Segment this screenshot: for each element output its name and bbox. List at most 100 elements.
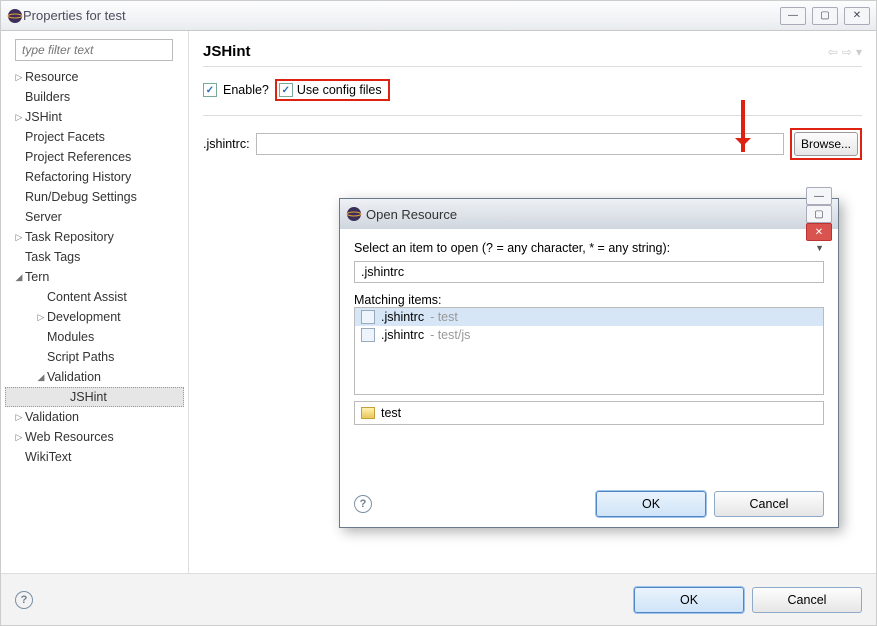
sidebar-item-label: WikiText <box>25 450 72 464</box>
sidebar-item-run-debug-settings[interactable]: Run/Debug Settings <box>5 187 184 207</box>
dialog-cancel-button[interactable]: Cancel <box>714 491 824 517</box>
ok-button[interactable]: OK <box>634 587 744 613</box>
dialog-close-button[interactable]: ✕ <box>806 223 832 241</box>
help-icon[interactable]: ? <box>354 495 372 513</box>
use-config-checkbox[interactable]: ✓ <box>279 83 293 97</box>
sidebar-item-validation[interactable]: ◢Validation <box>5 367 184 387</box>
sidebar-item-refactoring-history[interactable]: Refactoring History <box>5 167 184 187</box>
item-path: - test/js <box>430 328 470 342</box>
sidebar-item-label: Resource <box>25 70 79 84</box>
dialog-maximize-button[interactable]: ▢ <box>806 205 832 223</box>
sidebar-item-label: Validation <box>47 370 101 384</box>
forward-icon[interactable]: ⇨ <box>842 45 852 59</box>
sidebar-item-script-paths[interactable]: Script Paths <box>5 347 184 367</box>
sidebar-item-validation[interactable]: ▷Validation <box>5 407 184 427</box>
list-item[interactable]: .jshintrc - test <box>355 308 823 326</box>
sidebar-item-label: JSHint <box>70 390 107 404</box>
highlight-use-config: ✓ Use config files <box>275 79 390 101</box>
sidebar-item-label: Web Resources <box>25 430 114 444</box>
sidebar-item-label: Project Facets <box>25 130 105 144</box>
filter-input[interactable] <box>15 39 173 61</box>
file-icon <box>361 328 375 342</box>
sidebar-item-label: Project References <box>25 150 131 164</box>
eclipse-icon <box>346 206 362 222</box>
cancel-button[interactable]: Cancel <box>752 587 862 613</box>
item-name: .jshintrc <box>381 310 424 324</box>
annotation-arrow <box>741 100 745 152</box>
file-icon <box>361 310 375 324</box>
sidebar-item-content-assist[interactable]: Content Assist <box>5 287 184 307</box>
dialog-path: test <box>381 406 401 420</box>
sidebar-item-modules[interactable]: Modules <box>5 327 184 347</box>
dialog-prompt: Select an item to open (? = any characte… <box>354 241 815 255</box>
dialog-titlebar: Open Resource — ▢ ✕ <box>340 199 838 229</box>
bottom-bar: ? OK Cancel <box>1 573 876 625</box>
enable-checkbox[interactable]: ✓ <box>203 83 217 97</box>
sidebar-item-label: Tern <box>25 270 49 284</box>
jshintrc-input[interactable] <box>256 133 784 155</box>
page-title: JSHint <box>203 43 828 60</box>
menu-down-icon[interactable]: ▾ <box>856 45 862 59</box>
enable-label: Enable? <box>223 83 269 97</box>
expand-icon[interactable]: ▷ <box>13 112 25 123</box>
sidebar-item-jshint[interactable]: ▷JSHint <box>5 107 184 127</box>
expand-icon[interactable]: ▷ <box>13 232 25 243</box>
minimize-button[interactable]: — <box>780 7 806 25</box>
sidebar-item-jshint[interactable]: JSHint <box>5 387 184 407</box>
sidebar-item-label: Modules <box>47 330 94 344</box>
sidebar-item-task-repository[interactable]: ▷Task Repository <box>5 227 184 247</box>
expand-icon[interactable]: ◢ <box>35 372 47 383</box>
close-button[interactable]: ✕ <box>844 7 870 25</box>
highlight-browse: Browse... <box>790 128 862 160</box>
expand-icon[interactable]: ▷ <box>35 312 47 323</box>
use-config-label: Use config files <box>297 83 382 97</box>
sidebar-item-builders[interactable]: Builders <box>5 87 184 107</box>
sidebar-item-label: Server <box>25 210 62 224</box>
matching-label: Matching items: <box>354 293 824 307</box>
sidebar-item-label: Builders <box>25 90 70 104</box>
sidebar-item-task-tags[interactable]: Task Tags <box>5 247 184 267</box>
item-name: .jshintrc <box>381 328 424 342</box>
sidebar-item-label: Script Paths <box>47 350 114 364</box>
nav-arrows: ⇦ ⇨ ▾ <box>828 45 862 59</box>
sidebar-item-wikitext[interactable]: WikiText <box>5 447 184 467</box>
sidebar-item-project-facets[interactable]: Project Facets <box>5 127 184 147</box>
sidebar-item-web-resources[interactable]: ▷Web Resources <box>5 427 184 447</box>
dialog-search-input[interactable] <box>354 261 824 283</box>
window-titlebar: Properties for test — ▢ ✕ <box>1 1 876 31</box>
sidebar-item-label: Validation <box>25 410 79 424</box>
dialog-path-box: test <box>354 401 824 425</box>
expand-icon[interactable]: ◢ <box>13 272 25 283</box>
sidebar-item-label: Task Tags <box>25 250 80 264</box>
window-title: Properties for test <box>23 8 780 23</box>
dialog-title: Open Resource <box>366 207 806 222</box>
property-tree: ▷ResourceBuilders▷JSHintProject FacetsPr… <box>5 67 184 467</box>
item-path: - test <box>430 310 458 324</box>
sidebar-item-label: Content Assist <box>47 290 127 304</box>
sidebar-item-label: Refactoring History <box>25 170 131 184</box>
sidebar-item-label: Run/Debug Settings <box>25 190 137 204</box>
dialog-menu-icon[interactable]: ▼ <box>815 243 824 253</box>
browse-button[interactable]: Browse... <box>794 132 858 156</box>
sidebar-item-resource[interactable]: ▷Resource <box>5 67 184 87</box>
sidebar-item-development[interactable]: ▷Development <box>5 307 184 327</box>
maximize-button[interactable]: ▢ <box>812 7 838 25</box>
dialog-minimize-button[interactable]: — <box>806 187 832 205</box>
list-item[interactable]: .jshintrc - test/js <box>355 326 823 344</box>
sidebar-item-label: Task Repository <box>25 230 114 244</box>
sidebar: ▷ResourceBuilders▷JSHintProject FacetsPr… <box>1 31 189 573</box>
sidebar-item-server[interactable]: Server <box>5 207 184 227</box>
folder-icon <box>361 407 375 419</box>
expand-icon[interactable]: ▷ <box>13 432 25 443</box>
dialog-result-list[interactable]: .jshintrc - test.jshintrc - test/js <box>354 307 824 395</box>
expand-icon[interactable]: ▷ <box>13 72 25 83</box>
help-icon[interactable]: ? <box>15 591 33 609</box>
eclipse-icon <box>7 8 23 24</box>
jshintrc-label: .jshintrc: <box>203 137 250 151</box>
sidebar-item-label: JSHint <box>25 110 62 124</box>
sidebar-item-tern[interactable]: ◢Tern <box>5 267 184 287</box>
sidebar-item-project-references[interactable]: Project References <box>5 147 184 167</box>
expand-icon[interactable]: ▷ <box>13 412 25 423</box>
dialog-ok-button[interactable]: OK <box>596 491 706 517</box>
back-icon[interactable]: ⇦ <box>828 45 838 59</box>
